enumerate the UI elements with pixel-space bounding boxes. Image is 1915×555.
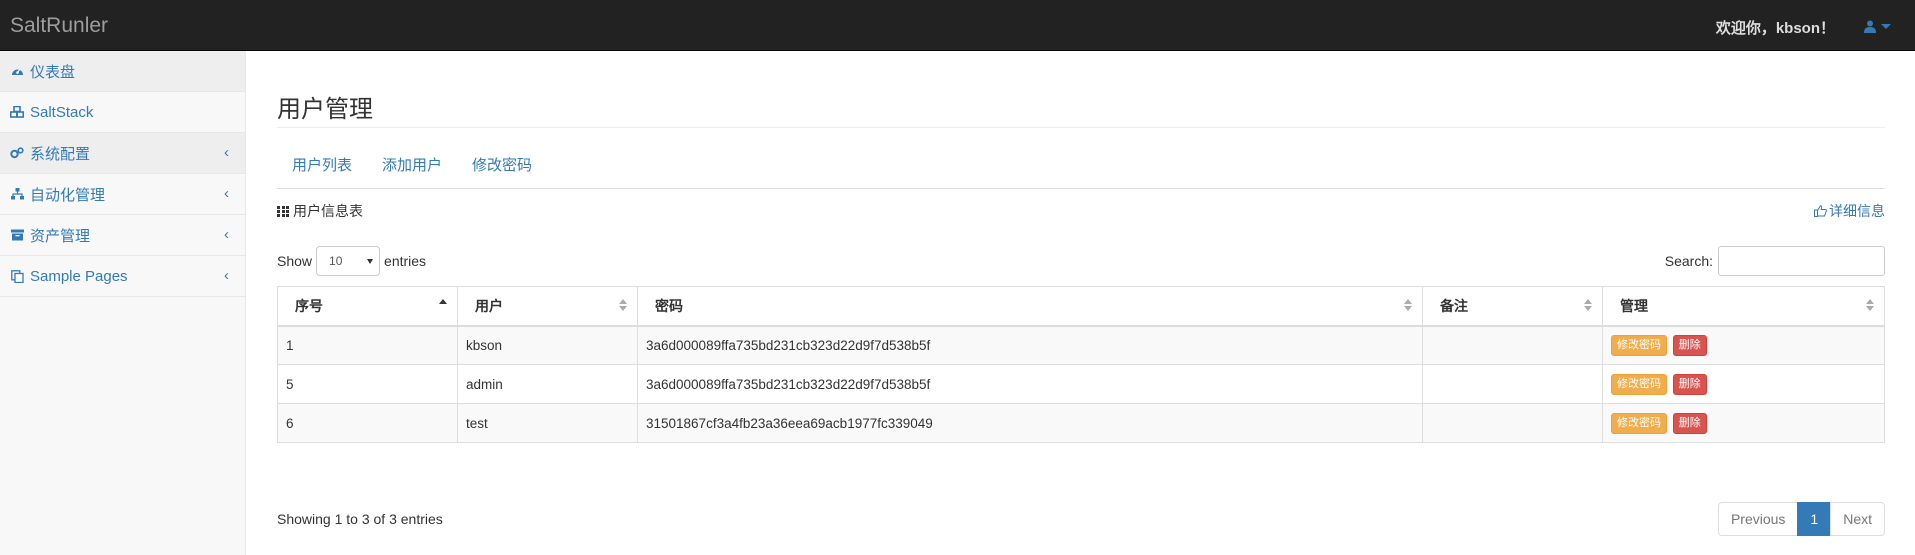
tab-user-list[interactable]: 用户列表 — [277, 155, 367, 189]
chevron-left-icon: ‹ — [224, 226, 229, 243]
caret-down-icon — [1881, 23, 1891, 29]
dashboard-icon — [10, 64, 24, 78]
cell-user: kbson — [457, 325, 638, 365]
dropdown-arrow-icon — [367, 259, 374, 264]
sidebar-item-sample-pages[interactable]: Sample Pages ‹ — [0, 256, 245, 297]
table-row: 6 test 31501867cf3a4fb23a36eea69acb1977f… — [277, 403, 1885, 443]
cell-note — [1422, 325, 1603, 365]
cell-id: 6 — [277, 403, 458, 443]
column-header-label: 用户 — [475, 297, 503, 314]
delete-button[interactable]: 删除 — [1672, 373, 1707, 395]
sidebar: 仪表盘 SaltStack 系统配置 ‹ 自动化管理 ‹ 资产管理 ‹ Samp… — [0, 51, 246, 555]
cell-actions: 修改密码 删除 — [1602, 403, 1885, 443]
divider — [277, 127, 1885, 128]
page-length-select[interactable]: 10 — [316, 246, 381, 276]
table-row: 5 admin 3a6d000089ffa735bd231cb323d22d9f… — [277, 364, 1885, 404]
page-length-value: 10 — [329, 254, 343, 268]
cell-user: admin — [457, 364, 638, 404]
sort-icon — [1404, 299, 1412, 311]
detail-info-link[interactable]: 详细信息 — [1814, 201, 1885, 221]
sort-icon — [619, 299, 627, 311]
column-header-note[interactable]: 备注 — [1422, 286, 1603, 327]
sitemap-icon — [10, 187, 24, 201]
column-header-label: 备注 — [1440, 297, 1468, 314]
cell-password: 3a6d000089ffa735bd231cb323d22d9f7d538b5f — [637, 364, 1423, 404]
chevron-left-icon: ‹ — [224, 144, 229, 161]
page-button-current[interactable]: 1 — [1797, 502, 1832, 536]
sort-ascending-icon — [439, 299, 447, 311]
sidebar-item-label: Sample Pages — [30, 267, 128, 285]
column-header-label: 密码 — [655, 297, 683, 314]
table-info: Showing 1 to 3 of 3 entries — [277, 511, 443, 527]
sidebar-item-label: 仪表盘 — [30, 63, 76, 81]
column-header-label: 管理 — [1620, 297, 1648, 314]
tab-add-user[interactable]: 添加用户 — [367, 155, 457, 189]
sidebar-item-label: 系统配置 — [30, 145, 91, 163]
show-label: Show — [277, 253, 313, 269]
page-title: 用户管理 — [277, 96, 373, 123]
column-header-manage[interactable]: 管理 — [1602, 286, 1885, 327]
panel-title: 用户信息表 — [277, 201, 363, 221]
entries-label: entries — [384, 253, 427, 269]
table-header-row: 序号 用户 密码 备注 管理 — [277, 286, 1885, 327]
sidebar-item-dashboard[interactable]: 仪表盘 — [0, 51, 245, 92]
change-password-button[interactable]: 修改密码 — [1611, 412, 1667, 434]
cell-id: 5 — [277, 364, 458, 404]
change-password-button[interactable]: 修改密码 — [1611, 334, 1667, 356]
page-length-control: Show 10 entries — [277, 246, 426, 276]
tab-bar: 用户列表 添加用户 修改密码 — [277, 155, 1885, 189]
top-navbar: SaltRunler 欢迎你，kbson！ — [0, 0, 1915, 51]
delete-button[interactable]: 删除 — [1672, 412, 1707, 434]
cell-id: 1 — [277, 325, 458, 365]
sidebar-item-assets[interactable]: 资产管理 ‹ — [0, 215, 245, 256]
cell-actions: 修改密码 删除 — [1602, 364, 1885, 404]
column-header-password[interactable]: 密码 — [637, 286, 1423, 327]
sort-icon — [1584, 299, 1592, 311]
cell-password: 3a6d000089ffa735bd231cb323d22d9f7d538b5f — [637, 325, 1423, 365]
column-header-user[interactable]: 用户 — [457, 286, 638, 327]
search-input[interactable] — [1718, 246, 1885, 276]
change-password-button[interactable]: 修改密码 — [1611, 373, 1667, 395]
column-header-id[interactable]: 序号 — [277, 286, 458, 327]
cell-note — [1422, 403, 1603, 443]
detail-link-label: 详细信息 — [1829, 203, 1885, 219]
user-menu-dropdown[interactable] — [1864, 15, 1891, 37]
delete-button[interactable]: 删除 — [1672, 334, 1707, 356]
sidebar-item-automation[interactable]: 自动化管理 ‹ — [0, 174, 245, 215]
sidebar-item-saltstack[interactable]: SaltStack — [0, 92, 245, 133]
sidebar-item-label: SaltStack — [30, 103, 94, 121]
sidebar-item-label: 资产管理 — [30, 227, 91, 245]
welcome-text: 欢迎你，kbson！ — [1715, 20, 1835, 37]
chevron-left-icon: ‹ — [224, 267, 229, 284]
cell-password: 31501867cf3a4fb23a36eea69acb1977fc339049 — [637, 403, 1423, 443]
sort-icon — [1866, 299, 1874, 311]
search-control: Search: — [1665, 246, 1885, 276]
panel-heading: 用户信息表 详细信息 — [277, 199, 1885, 223]
sidebar-item-label: 自动化管理 — [30, 186, 106, 204]
cell-note — [1422, 364, 1603, 404]
grid-icon — [277, 205, 289, 217]
cell-user: test — [457, 403, 638, 443]
column-header-label: 序号 — [295, 297, 323, 314]
pagination: Previous 1 Next — [1717, 502, 1885, 536]
main-content: 用户管理 用户列表 添加用户 修改密码 用户信息表 详细信息 Show 10 e… — [247, 51, 1915, 555]
table-row: 1 kbson 3a6d000089ffa735bd231cb323d22d9f… — [277, 325, 1885, 365]
next-page-button[interactable]: Next — [1830, 502, 1885, 536]
files-icon — [10, 269, 24, 283]
cell-actions: 修改密码 删除 — [1602, 325, 1885, 365]
thumbs-up-icon — [1814, 205, 1827, 217]
brand-logo[interactable]: SaltRunler — [10, 14, 108, 38]
chevron-left-icon: ‹ — [224, 185, 229, 202]
cubes-icon — [10, 105, 24, 119]
panel-title-text: 用户信息表 — [293, 203, 363, 219]
search-label: Search: — [1664, 253, 1713, 269]
archive-icon — [10, 228, 24, 242]
tab-change-password[interactable]: 修改密码 — [457, 155, 547, 189]
gears-icon — [10, 146, 24, 160]
previous-page-button[interactable]: Previous — [1717, 502, 1799, 536]
users-table: 序号 用户 密码 备注 管理 1 kbson 3a6d000089ffa735b… — [277, 286, 1885, 443]
sidebar-item-system-config[interactable]: 系统配置 ‹ — [0, 133, 245, 174]
user-icon — [1864, 20, 1876, 33]
